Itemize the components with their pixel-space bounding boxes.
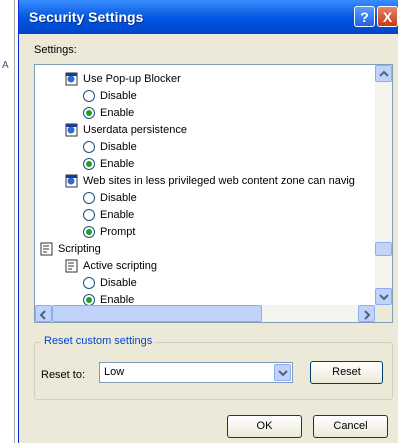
- radio-button-selected[interactable]: [83, 106, 95, 119]
- cancel-button[interactable]: Cancel: [313, 415, 388, 438]
- radio-button-selected[interactable]: [83, 225, 95, 238]
- option-label: Enable: [100, 157, 135, 170]
- option-activescripting-enable[interactable]: Enable: [83, 291, 134, 305]
- reset-to-label: Reset to:: [41, 369, 86, 381]
- option-label: Prompt: [100, 225, 136, 238]
- option-popup-enable[interactable]: Enable: [83, 104, 134, 121]
- option-popup-disable[interactable]: Disable: [83, 87, 137, 104]
- radio-button[interactable]: [83, 208, 95, 221]
- window-title: Security Settings: [29, 9, 144, 25]
- setting-page-icon: [65, 72, 79, 86]
- option-label: Disable: [100, 276, 137, 289]
- setting-label: Active scripting: [83, 259, 157, 272]
- chevron-down-icon: [278, 370, 288, 377]
- setting-label: Userdata persistence: [83, 123, 187, 136]
- setting-less-privileged: Web sites in less privileged web content…: [65, 172, 355, 189]
- scroll-corner: [375, 305, 392, 322]
- setting-label: Use Pop-up Blocker: [83, 72, 181, 85]
- radio-button-selected[interactable]: [83, 293, 95, 305]
- option-label: Disable: [100, 140, 137, 153]
- radio-button-selected[interactable]: [83, 157, 95, 170]
- scroll-down-button[interactable]: [375, 288, 392, 305]
- reset-level-dropdown[interactable]: Low: [99, 362, 293, 383]
- help-button[interactable]: ?: [354, 6, 375, 27]
- radio-button[interactable]: [83, 140, 95, 153]
- setting-page-icon: [65, 123, 79, 137]
- option-label: Enable: [100, 106, 135, 119]
- chevron-down-icon: [379, 294, 389, 301]
- option-label: Disable: [100, 191, 137, 204]
- background-text: A: [2, 60, 9, 71]
- close-icon: X: [382, 9, 393, 25]
- option-label: Enable: [100, 293, 135, 306]
- scroll-right-button[interactable]: [358, 305, 375, 322]
- option-userdata-disable[interactable]: Disable: [83, 138, 137, 155]
- option-userdata-enable[interactable]: Enable: [83, 155, 134, 172]
- category-scripting: Scripting: [40, 240, 101, 257]
- chevron-right-icon: [364, 310, 371, 320]
- group-title: Reset custom settings: [41, 335, 156, 347]
- radio-button[interactable]: [83, 276, 95, 289]
- reset-button[interactable]: Reset: [310, 361, 383, 384]
- radio-button[interactable]: [83, 191, 95, 204]
- radio-button[interactable]: [83, 89, 95, 102]
- script-page-icon: [65, 259, 79, 273]
- close-button[interactable]: X: [377, 6, 398, 27]
- settings-label: Settings:: [34, 44, 77, 56]
- horizontal-scrollbar[interactable]: [35, 305, 375, 322]
- dropdown-value: Low: [104, 366, 125, 378]
- vertical-scroll-thumb[interactable]: [375, 242, 392, 256]
- setting-userdata: Userdata persistence: [65, 121, 187, 138]
- option-lessprivileged-disable[interactable]: Disable: [83, 189, 137, 206]
- chevron-up-icon: [379, 70, 389, 77]
- scroll-left-button[interactable]: [35, 305, 52, 322]
- category-label: Scripting: [58, 242, 101, 255]
- help-icon: ?: [360, 9, 369, 25]
- scroll-up-button[interactable]: [375, 65, 392, 82]
- setting-popup-blocker: Use Pop-up Blocker: [65, 70, 181, 87]
- dropdown-button[interactable]: [274, 364, 291, 381]
- chevron-left-icon: [39, 310, 46, 320]
- security-settings-dialog: Security Settings ? X Settings: Use Pop-…: [18, 0, 398, 443]
- horizontal-scroll-thumb[interactable]: [52, 305, 262, 322]
- settings-tree[interactable]: Use Pop-up Blocker Disable Enable Userda…: [34, 64, 393, 323]
- setting-active-scripting: Active scripting: [65, 257, 157, 274]
- vertical-scrollbar[interactable]: [375, 65, 392, 305]
- setting-page-icon: [65, 174, 79, 188]
- background-window-strip: A: [0, 0, 15, 443]
- option-label: Enable: [100, 208, 135, 221]
- option-lessprivileged-enable[interactable]: Enable: [83, 206, 134, 223]
- option-label: Disable: [100, 89, 137, 102]
- ok-button[interactable]: OK: [227, 415, 302, 438]
- title-bar[interactable]: Security Settings ? X: [19, 0, 398, 34]
- setting-label: Web sites in less privileged web content…: [83, 174, 355, 187]
- script-page-icon: [40, 242, 54, 256]
- option-activescripting-disable[interactable]: Disable: [83, 274, 137, 291]
- option-lessprivileged-prompt[interactable]: Prompt: [83, 223, 135, 240]
